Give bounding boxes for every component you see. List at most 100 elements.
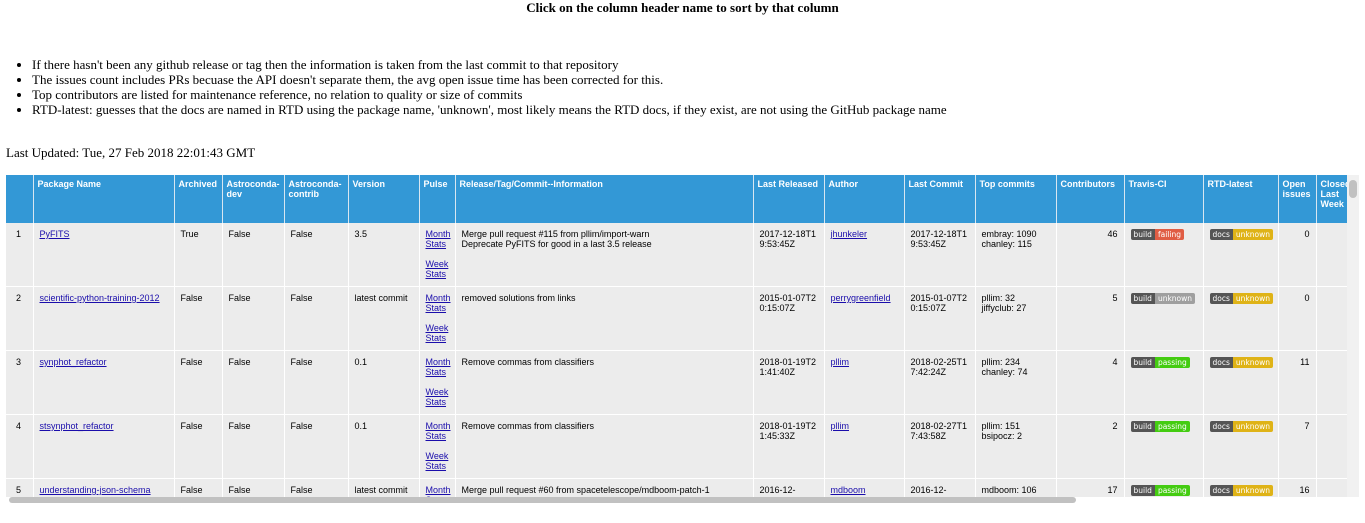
horizontal-scrollbar[interactable] xyxy=(6,495,1347,505)
week-stats-link[interactable]: Week Stats xyxy=(426,259,449,279)
author-link[interactable]: jhunkeler xyxy=(831,229,868,239)
rtd-badge-label: docs xyxy=(1209,229,1233,240)
column-header-last-commit[interactable]: Last Commit xyxy=(904,175,976,223)
astroconda-contrib-cell: False xyxy=(284,286,349,351)
column-header-open-issues[interactable]: Open issues xyxy=(1278,175,1317,223)
archived-cell: False xyxy=(174,350,223,415)
month-stats-link[interactable]: Month Stats xyxy=(426,229,451,249)
pulse-cell: Month Stats Week Stats xyxy=(419,286,456,351)
table-row: 1 PyFITS True False False 3.5 Month Stats Week … xyxy=(6,223,1347,287)
month-stats-link[interactable]: Month Stats xyxy=(426,421,451,441)
astroconda-dev-cell: False xyxy=(222,223,285,287)
travis-badge-status: failing xyxy=(1154,229,1184,240)
column-header-travis-ci[interactable]: Travis-CI xyxy=(1124,175,1204,223)
travis-badge: build passing xyxy=(1130,357,1190,368)
release-info-cell: removed solutions from links xyxy=(455,286,754,351)
archived-cell: False xyxy=(174,286,223,351)
archived-cell: False xyxy=(174,414,223,479)
rtd-badge: docs unknown xyxy=(1209,357,1273,368)
column-header-author[interactable]: Author xyxy=(824,175,905,223)
package-name-cell: PyFITS xyxy=(33,223,175,287)
pulse-cell: Month Stats Week Stats xyxy=(419,414,456,479)
table-header-row: Package Name Archived Astroconda-dev Ast… xyxy=(6,175,1347,223)
author-cell: jhunkeler xyxy=(824,223,905,287)
archived-cell: True xyxy=(174,223,223,287)
column-header-index[interactable] xyxy=(6,175,34,223)
last-released-cell: 2018-01-19T21:41:40Z xyxy=(753,350,825,415)
month-stats-link[interactable]: Month Stats xyxy=(426,357,451,377)
release-info-cell: Remove commas from classifiers xyxy=(455,350,754,415)
column-header-last-released[interactable]: Last Released xyxy=(753,175,825,223)
open-issues-cell: 0 xyxy=(1278,223,1317,287)
last-commit-cell: 2017-12-18T19:53:45Z xyxy=(904,223,976,287)
month-stats-link[interactable]: Month Stats xyxy=(426,293,451,313)
column-header-contributors[interactable]: Contributors xyxy=(1056,175,1125,223)
last-commit-cell: 2015-01-07T20:15:07Z xyxy=(904,286,976,351)
author-link[interactable]: pllim xyxy=(831,421,850,431)
author-link[interactable]: pllim xyxy=(831,357,850,367)
package-name-cell: stsynphot_refactor xyxy=(33,414,175,479)
column-header-archived[interactable]: Archived xyxy=(174,175,223,223)
package-link[interactable]: scientific-python-training-2012 xyxy=(40,293,160,303)
vertical-scrollbar[interactable] xyxy=(1347,175,1359,497)
note-item: RTD-latest: guesses that the docs are na… xyxy=(32,102,947,117)
column-header-astroconda-contrib[interactable]: Astroconda-contrib xyxy=(284,175,349,223)
contributors-cell: 5 xyxy=(1056,286,1125,351)
page-title: Click on the column header name to sort … xyxy=(526,0,839,15)
package-link[interactable]: PyFITS xyxy=(40,229,70,239)
week-stats-link[interactable]: Week Stats xyxy=(426,323,449,343)
note-item: If there hasn't been any github release … xyxy=(32,57,947,72)
column-header-pulse[interactable]: Pulse xyxy=(419,175,456,223)
last-released-cell: 2015-01-07T20:15:07Z xyxy=(753,286,825,351)
column-header-package-name[interactable]: Package Name xyxy=(33,175,175,223)
astroconda-contrib-cell: False xyxy=(284,223,349,287)
table-row: 3 synphot_refactor False False False 0.1 Month… xyxy=(6,350,1347,415)
travis-badge-label: build xyxy=(1130,293,1155,304)
column-header-version[interactable]: Version xyxy=(348,175,420,223)
vertical-scrollbar-thumb[interactable] xyxy=(1349,180,1357,198)
table-row: 4 stsynphot_refactor False False False 0.1 Mon… xyxy=(6,414,1347,479)
author-link[interactable]: mdboom xyxy=(831,485,866,495)
top-commits-cell: pllim: 32 jiffyclub: 27 xyxy=(975,286,1057,351)
travis-cell: build failing xyxy=(1124,223,1204,287)
column-header-top-commits[interactable]: Top commits xyxy=(975,175,1057,223)
contributors-cell: 4 xyxy=(1056,350,1125,415)
last-commit-cell: 2018-02-27T17:43:58Z xyxy=(904,414,976,479)
rtd-cell: docs unknown xyxy=(1203,286,1279,351)
last-updated: Last Updated: Tue, 27 Feb 2018 22:01:43 … xyxy=(6,145,256,160)
column-header-astroconda-dev[interactable]: Astroconda-dev xyxy=(222,175,285,223)
packages-table: Package Name Archived Astroconda-dev Ast… xyxy=(6,175,1347,497)
astroconda-contrib-cell: False xyxy=(284,414,349,479)
author-cell: perrygreenfield xyxy=(824,286,905,351)
column-header-rtd-latest[interactable]: RTD-latest xyxy=(1203,175,1279,223)
package-link[interactable]: stsynphot_refactor xyxy=(40,421,114,431)
pulse-cell: Month Stats Week Stats xyxy=(419,350,456,415)
closed-last-week-cell xyxy=(1316,350,1347,415)
rtd-badge-status: unknown xyxy=(1232,357,1273,368)
note-item: The issues count includes PRs becuase th… xyxy=(32,72,947,87)
last-commit-cell: 2018-02-25T17:42:24Z xyxy=(904,350,976,415)
release-info-cell: Merge pull request #115 from pllim/impor… xyxy=(455,223,754,287)
version-cell: 0.1 xyxy=(348,414,420,479)
travis-badge-status: passing xyxy=(1154,357,1190,368)
rtd-badge: docs unknown xyxy=(1209,421,1273,432)
notes-list: If there hasn't been any github release … xyxy=(0,57,947,117)
package-link[interactable]: synphot_refactor xyxy=(40,357,107,367)
column-header-closed-last-week[interactable]: Closed Last Week xyxy=(1316,175,1347,223)
rtd-badge-label: docs xyxy=(1209,421,1233,432)
travis-badge: build unknown xyxy=(1130,293,1196,304)
week-stats-link[interactable]: Week Stats xyxy=(426,387,449,407)
package-link[interactable]: understanding-json-schema xyxy=(40,485,151,495)
packages-table-container[interactable]: Package Name Archived Astroconda-dev Ast… xyxy=(6,175,1347,497)
release-info-cell: Remove commas from classifiers xyxy=(455,414,754,479)
contributors-cell: 46 xyxy=(1056,223,1125,287)
row-index: 1 xyxy=(6,223,34,287)
row-index: 2 xyxy=(6,286,34,351)
horizontal-scrollbar-thumb[interactable] xyxy=(9,497,1076,503)
author-link[interactable]: perrygreenfield xyxy=(831,293,891,303)
column-header-release-info[interactable]: Release/Tag/Commit--Information xyxy=(455,175,754,223)
week-stats-link[interactable]: Week Stats xyxy=(426,451,449,471)
rtd-badge: docs unknown xyxy=(1209,229,1273,240)
travis-badge-status: unknown xyxy=(1154,293,1196,304)
travis-cell: build passing xyxy=(1124,350,1204,415)
